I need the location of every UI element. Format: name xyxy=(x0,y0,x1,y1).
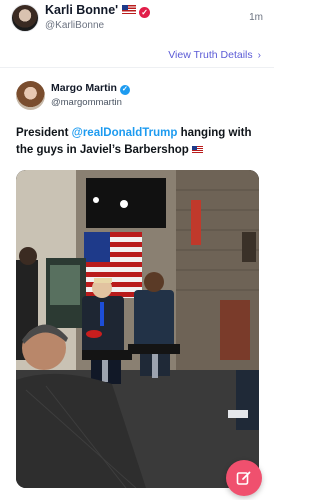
compose-button[interactable] xyxy=(226,460,262,496)
chevron-right-icon: › xyxy=(257,50,261,61)
divider xyxy=(0,67,274,68)
embedded-verified-icon: ✓ xyxy=(119,85,130,95)
compose-icon xyxy=(236,471,251,485)
us-flag-icon xyxy=(191,146,203,153)
us-flag-icon xyxy=(122,5,137,14)
view-details-label[interactable]: View Truth Details xyxy=(168,49,252,61)
view-truth-details-link[interactable]: View Truth Details › xyxy=(168,49,261,61)
embedded-author-handle[interactable]: @margommartin xyxy=(51,97,122,108)
embedded-author-name-row[interactable]: Margo Martin ✓ xyxy=(51,82,130,95)
author-name[interactable]: Karli Bonne' xyxy=(45,3,118,17)
author-avatar[interactable] xyxy=(11,4,39,32)
author-name-row[interactable]: Karli Bonne' ✓ xyxy=(45,3,151,18)
embedded-photo[interactable] xyxy=(16,170,259,488)
embedded-author-avatar[interactable] xyxy=(16,81,45,110)
mention-link[interactable]: @realDonaldTrump xyxy=(72,127,178,139)
post-timestamp: 1m xyxy=(249,12,263,23)
embedded-text-before: President xyxy=(16,127,72,139)
embedded-author-name[interactable]: Margo Martin xyxy=(51,82,117,94)
post-header: Karli Bonne' ✓ @KarliBonne 1m xyxy=(0,0,274,40)
author-handle[interactable]: @KarliBonne xyxy=(45,20,104,31)
barbershop-photo-illustration xyxy=(16,170,259,488)
embedded-post-text: President @realDonaldTrump hanging with … xyxy=(16,125,262,159)
verified-badge-icon: ✓ xyxy=(139,7,151,18)
